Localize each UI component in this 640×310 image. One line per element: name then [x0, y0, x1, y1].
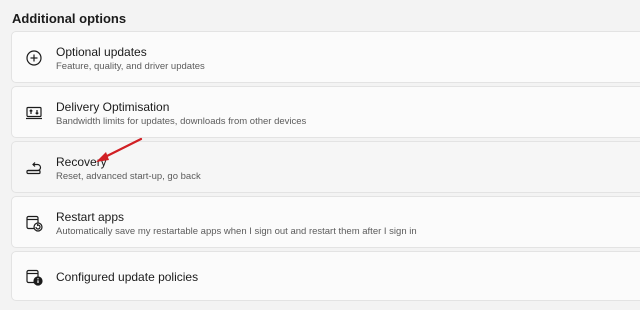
restart-apps-title: Restart apps: [56, 210, 125, 224]
delivery-optimisation-description: Bandwidth limits for updates, downloads …: [56, 116, 307, 127]
recovery-description: Reset, advanced start-up, go back: [56, 171, 201, 182]
recovery-title: Recovery: [56, 155, 107, 169]
policy-info-icon: [25, 268, 43, 286]
configured-update-policies-card[interactable]: Configured update policies: [11, 251, 640, 301]
optional-updates-card[interactable]: Optional updates Feature, quality, and d…: [11, 31, 640, 83]
plus-circle-icon: [25, 49, 43, 67]
restart-apps-card[interactable]: Restart apps Automatically save my resta…: [11, 196, 640, 248]
delivery-optimisation-card[interactable]: Delivery Optimisation Bandwidth limits f…: [11, 86, 640, 138]
optional-updates-description: Feature, quality, and driver updates: [56, 61, 205, 72]
optional-updates-title: Optional updates: [56, 45, 147, 59]
delivery-optimisation-title: Delivery Optimisation: [56, 100, 170, 114]
configured-update-policies-title: Configured update policies: [56, 270, 199, 284]
recovery-icon: [25, 159, 43, 177]
restart-apps-icon: [25, 214, 43, 232]
restart-apps-description: Automatically save my restartable apps w…: [56, 226, 417, 237]
section-title: Additional options: [12, 11, 127, 26]
delivery-optimisation-icon: [25, 104, 43, 122]
recovery-card[interactable]: Recovery Reset, advanced start-up, go ba…: [11, 141, 640, 193]
